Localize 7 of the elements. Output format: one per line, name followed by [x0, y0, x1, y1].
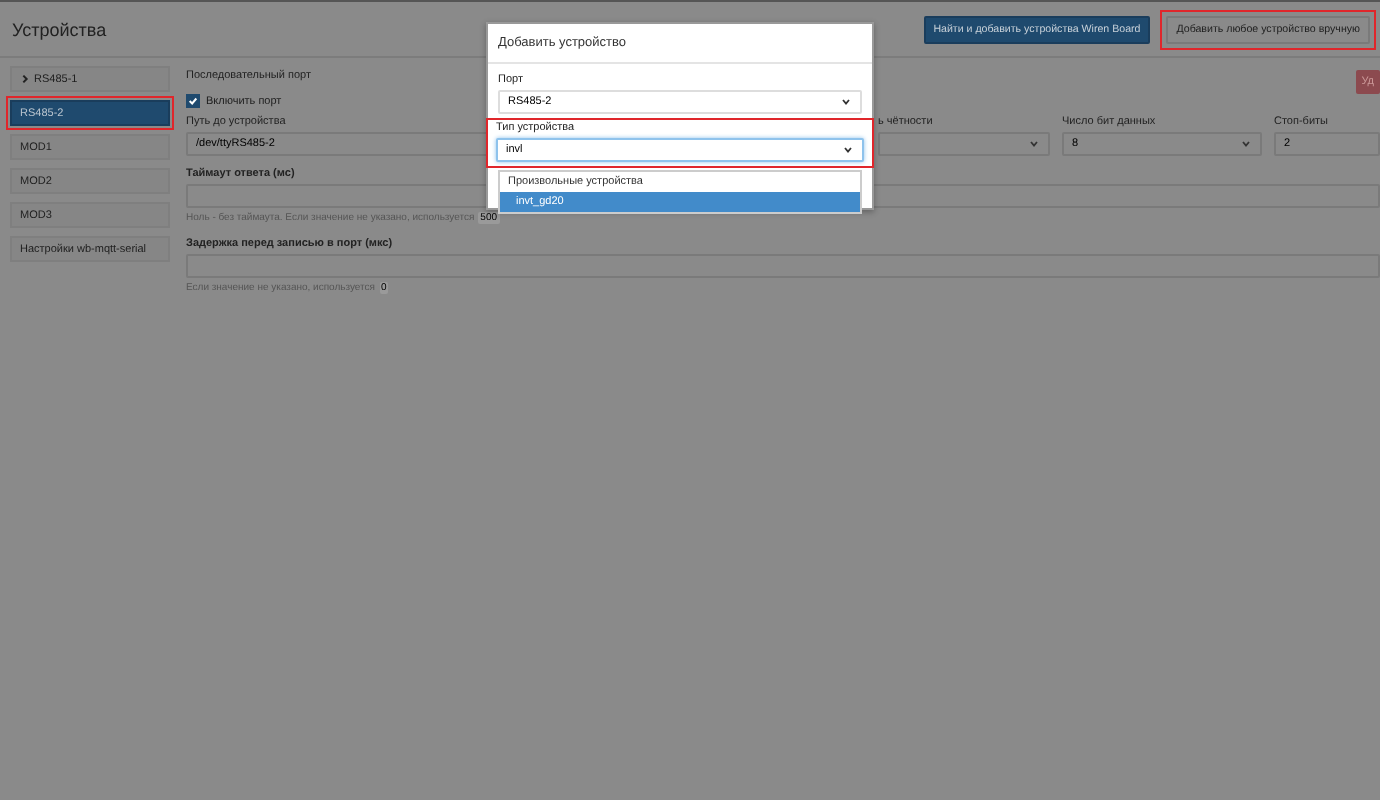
caret-icon — [842, 144, 854, 156]
select-field[interactable] — [878, 132, 1050, 156]
caret-icon — [1240, 138, 1252, 150]
page-title: Устройства — [12, 19, 107, 39]
caret-icon — [1028, 138, 1040, 150]
caret-icon — [840, 96, 852, 108]
checkbox[interactable] — [186, 94, 200, 108]
